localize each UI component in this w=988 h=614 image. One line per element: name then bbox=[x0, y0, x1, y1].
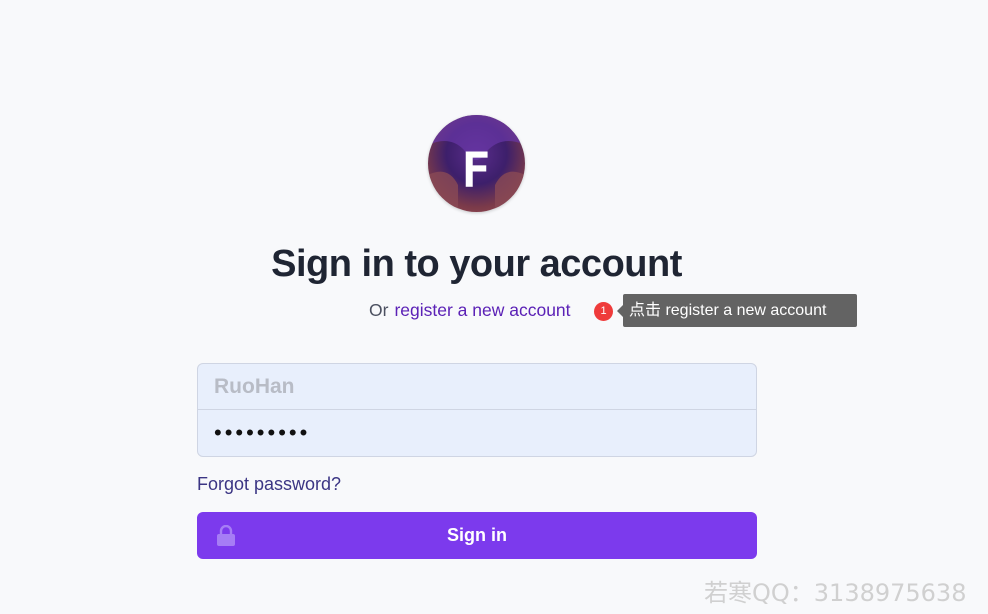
username-input[interactable] bbox=[198, 364, 756, 410]
logo-letter: F bbox=[462, 143, 491, 199]
register-prefix: Or bbox=[369, 300, 389, 320]
page-title: Sign in to your account bbox=[271, 243, 682, 285]
forgot-password-link[interactable]: Forgot password? bbox=[197, 474, 341, 495]
password-input[interactable] bbox=[198, 410, 756, 456]
app-logo: F bbox=[428, 115, 525, 212]
tour-tooltip: 点击 register a new account bbox=[617, 294, 857, 327]
signin-button[interactable]: Sign in bbox=[197, 512, 757, 559]
watermark: 若寒QQ：3138975638 bbox=[704, 579, 967, 607]
tour-step-badge: 1 bbox=[594, 302, 613, 321]
register-prompt: Or register a new account bbox=[369, 300, 571, 321]
lock-icon bbox=[217, 525, 235, 546]
login-form bbox=[197, 363, 757, 457]
register-link[interactable]: register a new account bbox=[394, 300, 570, 321]
